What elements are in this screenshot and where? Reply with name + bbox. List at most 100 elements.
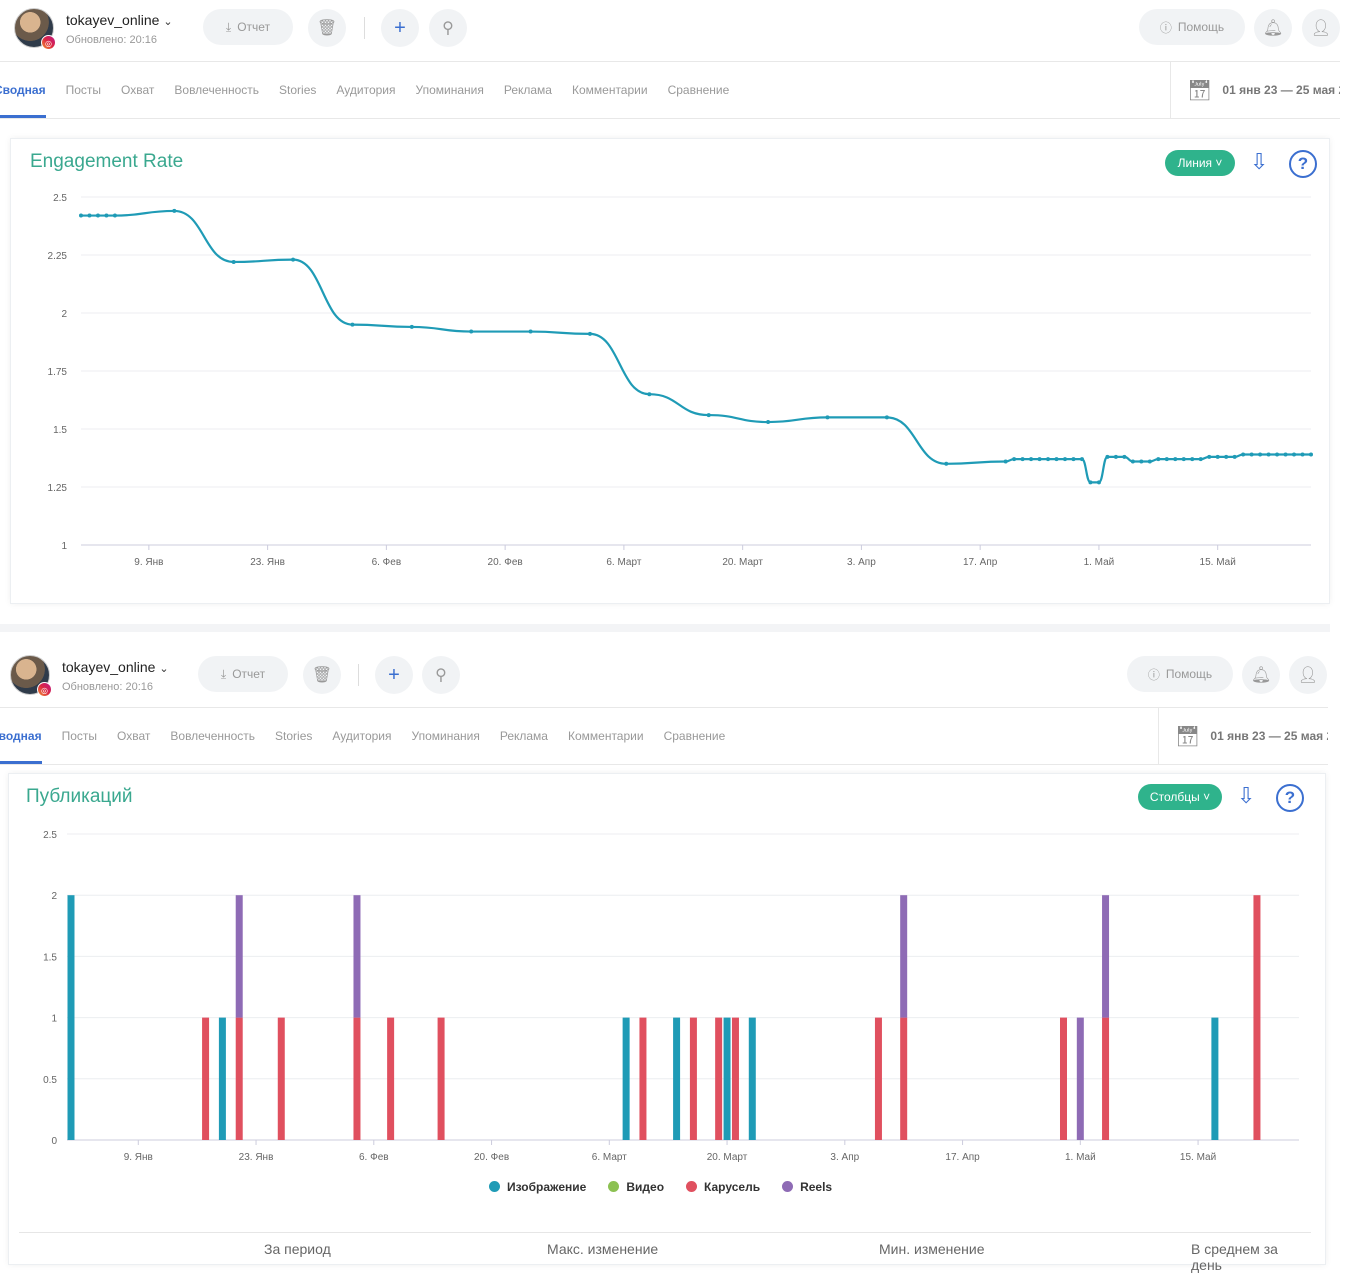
data-point[interactable] (95, 213, 100, 218)
bar[interactable] (1102, 1017, 1110, 1140)
bar[interactable] (673, 1017, 681, 1140)
bar[interactable] (1076, 1017, 1084, 1140)
bar[interactable] (622, 1017, 630, 1140)
data-point[interactable] (1266, 452, 1271, 457)
data-point[interactable] (1020, 457, 1025, 462)
help-icon[interactable]: ? (1276, 784, 1304, 812)
data-point[interactable] (1046, 457, 1051, 462)
data-point[interactable] (87, 213, 92, 218)
data-point[interactable] (1283, 452, 1288, 457)
chart-type-dropdown[interactable]: Линия ˅ (1165, 150, 1235, 176)
delete-button[interactable]: 🗑 (308, 9, 346, 47)
help-button[interactable]: ⓘ Помощь (1139, 9, 1245, 45)
data-point[interactable] (1198, 457, 1203, 462)
tab-2[interactable]: Посты (66, 62, 101, 118)
legend-item[interactable]: Видео (608, 1180, 664, 1194)
tab-7[interactable]: Упоминания (412, 708, 480, 764)
data-point[interactable] (1173, 457, 1178, 462)
download-chart-icon[interactable]: ⇩ (1237, 783, 1255, 809)
bar[interactable] (437, 1017, 445, 1140)
tab-9[interactable]: Комментарии (572, 62, 648, 118)
account-selector[interactable]: tokayev_online ⌄ (66, 12, 173, 28)
tab-9[interactable]: Комментарии (568, 708, 644, 764)
tab-3[interactable]: Охват (121, 62, 154, 118)
download-chart-icon[interactable]: ⇩ (1250, 149, 1268, 175)
help-icon[interactable]: ? (1289, 150, 1317, 178)
data-point[interactable] (1215, 454, 1220, 459)
tab-4[interactable]: Вовлеченность (174, 62, 259, 118)
data-point[interactable] (1130, 459, 1135, 464)
data-point[interactable] (112, 213, 117, 218)
tab-5[interactable]: Stories (279, 62, 316, 118)
bar[interactable] (723, 1017, 731, 1140)
data-point[interactable] (409, 324, 414, 329)
add-button[interactable]: + (381, 9, 419, 47)
data-point[interactable] (1156, 457, 1161, 462)
data-point[interactable] (528, 329, 533, 334)
data-point[interactable] (79, 213, 83, 218)
bar[interactable] (1253, 895, 1261, 1140)
data-point[interactable] (1232, 454, 1237, 459)
data-point[interactable] (1300, 452, 1305, 457)
avatar[interactable]: ◎ (14, 8, 56, 50)
bar[interactable] (900, 1017, 908, 1140)
search-button[interactable]: ⚲ (422, 656, 460, 694)
data-point[interactable] (1071, 457, 1076, 462)
data-point[interactable] (1224, 454, 1229, 459)
tab-8[interactable]: Реклама (500, 708, 548, 764)
data-point[interactable] (231, 259, 236, 264)
data-point[interactable] (1012, 457, 1017, 462)
bar[interactable] (235, 1017, 243, 1140)
data-point[interactable] (706, 413, 711, 418)
tab-10[interactable]: Сравнение (664, 708, 726, 764)
data-point[interactable] (1190, 457, 1195, 462)
data-point[interactable] (291, 257, 296, 262)
help-button[interactable]: ⓘ Помощь (1127, 656, 1233, 692)
tab-1[interactable]: Сводная (0, 62, 46, 118)
tab-8[interactable]: Реклама (504, 62, 552, 118)
data-point[interactable] (1037, 457, 1042, 462)
data-point[interactable] (1054, 457, 1059, 462)
search-button[interactable]: ⚲ (429, 9, 467, 47)
data-point[interactable] (1079, 457, 1084, 462)
avatar[interactable]: ◎ (10, 655, 52, 697)
data-point[interactable] (1113, 454, 1118, 459)
data-point[interactable] (469, 329, 474, 334)
data-point[interactable] (172, 208, 177, 213)
bar[interactable] (353, 1017, 361, 1140)
tab-4[interactable]: Вовлеченность (170, 708, 255, 764)
data-point[interactable] (1164, 457, 1169, 462)
data-point[interactable] (766, 420, 771, 425)
bar[interactable] (715, 1017, 723, 1140)
data-point[interactable] (350, 322, 355, 327)
data-point[interactable] (1122, 454, 1127, 459)
user-menu-button[interactable]: 👤︎ (1302, 9, 1340, 47)
data-point[interactable] (1258, 452, 1263, 457)
bar[interactable] (1102, 895, 1110, 1018)
data-point[interactable] (1003, 459, 1008, 464)
data-point[interactable] (1309, 452, 1313, 457)
bar[interactable] (218, 1017, 226, 1140)
bar[interactable] (900, 895, 908, 1018)
tab-6[interactable]: Аудитория (336, 62, 395, 118)
data-point[interactable] (1029, 457, 1034, 462)
bar[interactable] (235, 895, 243, 1018)
data-point[interactable] (1088, 480, 1093, 485)
bar[interactable] (731, 1017, 739, 1140)
delete-button[interactable]: 🗑 (303, 656, 341, 694)
data-point[interactable] (1241, 452, 1246, 457)
data-point[interactable] (1207, 454, 1212, 459)
bar[interactable] (639, 1017, 647, 1140)
tab-6[interactable]: Аудитория (332, 708, 391, 764)
data-point[interactable] (1063, 457, 1067, 462)
bar[interactable] (748, 1017, 756, 1140)
legend-item[interactable]: Карусель (686, 1180, 760, 1194)
bar[interactable] (1211, 1017, 1219, 1140)
notifications-button[interactable]: 🔔︎ (1242, 656, 1280, 694)
bar[interactable] (277, 1017, 285, 1140)
data-point[interactable] (587, 331, 592, 336)
bar[interactable] (874, 1017, 882, 1140)
data-point[interactable] (944, 461, 949, 466)
data-point[interactable] (1292, 452, 1297, 457)
report-button[interactable]: ⤓ Отчет (203, 9, 293, 45)
